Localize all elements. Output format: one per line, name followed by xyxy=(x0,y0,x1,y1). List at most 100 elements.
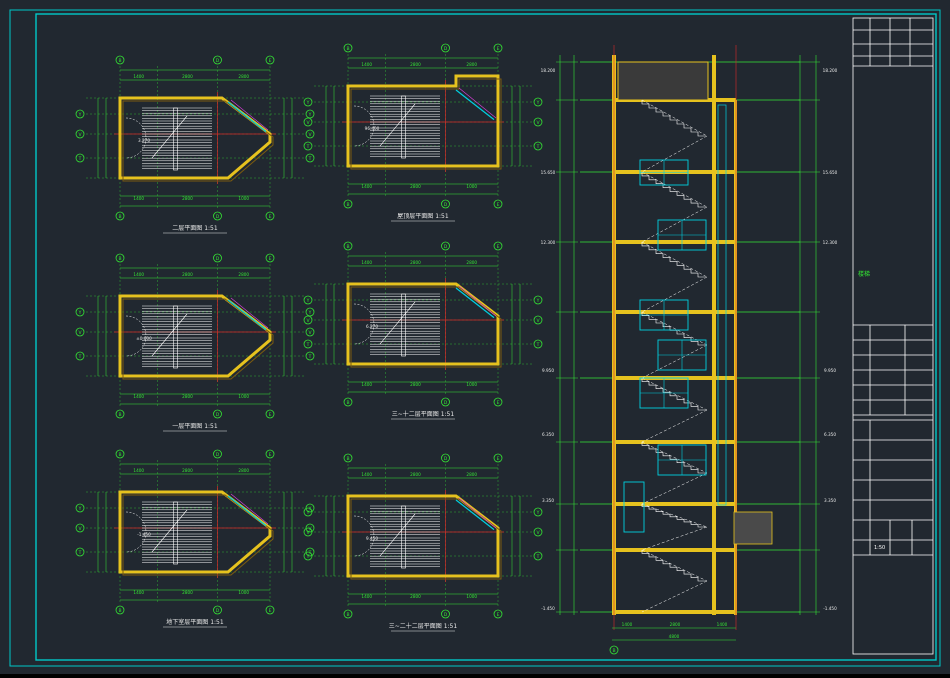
dim-text-bottom: 1000 xyxy=(238,394,249,399)
axis-bubble-label: B xyxy=(346,46,349,52)
axis-bubble-label: T xyxy=(536,342,540,348)
section-stair-hidden xyxy=(641,409,708,443)
section-level-left: 3.350 xyxy=(542,498,554,503)
dim-text-top: 2800 xyxy=(466,62,477,67)
axis-bubble-label: D xyxy=(444,202,448,208)
stair-plan-2: 1400 2800 28001400 2800 1000BBDDEEY YV VT T96.4… xyxy=(303,43,543,222)
section-wall-right xyxy=(712,55,716,615)
axis-bubble-label: D xyxy=(216,608,220,614)
section-stair-hidden xyxy=(641,344,708,379)
stair-direction-arrow xyxy=(379,103,416,147)
section-dim-bottom-text: 1400 xyxy=(622,622,633,627)
axis-bubble-label: E xyxy=(497,202,500,208)
axis-bubble-label: B xyxy=(346,202,349,208)
dim-text-top: 1400 xyxy=(361,472,372,477)
section-level-right: 15.650 xyxy=(823,170,838,175)
axis-bubble-label: D xyxy=(444,46,448,52)
axis-bubble-label: E xyxy=(497,244,500,250)
section-stair-hidden xyxy=(641,206,708,243)
plan-title: 屋顶层平面图 1:51 xyxy=(397,213,449,220)
section-level-left: 12.300 xyxy=(541,240,556,245)
dim-text-bottom: 2800 xyxy=(182,196,193,201)
dim-text-bottom: 2800 xyxy=(182,590,193,595)
stair-flights xyxy=(370,95,440,159)
window-frame xyxy=(230,99,269,131)
axis-bubble-label: B xyxy=(346,244,349,250)
axis-bubble-label: E xyxy=(497,46,500,52)
roof-hatch xyxy=(617,61,709,101)
axis-bubble-label: B xyxy=(118,412,121,418)
stair-direction-arrow xyxy=(151,509,188,553)
section-floor-slab xyxy=(612,170,736,174)
plan-wall-inner xyxy=(350,78,502,170)
plan-level-text: 6.270 xyxy=(366,324,378,329)
dim-text-top: 2800 xyxy=(410,62,421,67)
plan-title: 地下室层平面图 1:51 xyxy=(166,618,224,626)
title-block-drawing-label: 楼梯 xyxy=(858,270,870,278)
axis-bubble-label: B xyxy=(346,456,349,462)
section-dim-bottom-total-text: 4800 xyxy=(669,634,680,639)
dim-text-top: 2800 xyxy=(238,74,249,79)
stair-flights xyxy=(142,107,212,171)
axis-bubble-label: Y xyxy=(306,100,310,106)
dim-text-bottom: 2800 xyxy=(410,382,421,387)
plan-level-text: 96.400 xyxy=(365,126,380,131)
axis-bubble-label: Y xyxy=(536,100,540,106)
stair-plan-4: 1400 2800 28001400 2800 1000BBDDEEY YV VT T6.27… xyxy=(303,241,543,420)
dim-text-bottom: 1400 xyxy=(133,394,144,399)
section-stair-hidden xyxy=(641,472,708,505)
axis-bubble-label: D xyxy=(216,214,220,220)
section-level-right: 18.200 xyxy=(823,68,838,73)
dim-text-top: 2800 xyxy=(410,472,421,477)
window-frame xyxy=(230,297,269,329)
axis-bubble-label: Y xyxy=(308,310,312,316)
axis-bubble-label: Y xyxy=(306,298,310,304)
section-floor-slab xyxy=(612,440,736,444)
axis-bubble-label: D xyxy=(444,400,448,406)
window-chamfer xyxy=(455,499,495,531)
section-floor-slab xyxy=(612,502,736,506)
axis-bubble-label: T xyxy=(308,156,312,162)
dim-text-top: 1400 xyxy=(361,260,372,265)
axis-bubble-label: B xyxy=(118,214,121,220)
axis-bubble-label: T xyxy=(306,554,310,560)
section-level-right: 9.950 xyxy=(824,368,836,373)
section-level-right: 6.350 xyxy=(824,432,836,437)
axis-bubble-label: D xyxy=(216,412,220,418)
axis-bubble-label: Y xyxy=(78,112,82,118)
axis-bubble-label: Y xyxy=(308,112,312,118)
axis-bubble-label: E xyxy=(497,400,500,406)
axis-bubble-label: D xyxy=(216,58,220,64)
dim-text-top: 1400 xyxy=(133,272,144,277)
window-chamfer xyxy=(455,89,495,121)
axis-bubble-label: B xyxy=(118,256,121,262)
axis-bubble-label: D xyxy=(444,244,448,250)
dim-text-top: 1400 xyxy=(133,74,144,79)
dim-text-bottom: 1000 xyxy=(466,594,477,599)
plan-title: 三~十二层平面图 1:51 xyxy=(392,410,455,418)
section-level-left: 6.350 xyxy=(542,432,554,437)
section-floor-slab xyxy=(612,610,736,614)
stair-flights xyxy=(142,501,212,565)
dim-text-bottom: 2800 xyxy=(410,184,421,189)
section-dim-bottom-text: 2800 xyxy=(670,622,681,627)
dim-text-bottom: 1000 xyxy=(238,590,249,595)
section-level-right: -1.450 xyxy=(823,606,837,611)
dim-text-top: 1400 xyxy=(361,62,372,67)
axis-bubble-label: D xyxy=(216,256,220,262)
window-chamfer xyxy=(227,101,267,133)
window-frame xyxy=(458,497,497,529)
dim-text-top: 2800 xyxy=(238,468,249,473)
stair-plans-group: 1400 2800 28001400 2800 1000BBDDEEY YV VT T3.27… xyxy=(75,43,543,632)
section-stair-hidden xyxy=(641,549,708,582)
section-level-left: 9.950 xyxy=(542,368,554,373)
plan-level-text: 9.450 xyxy=(366,536,378,541)
dim-text-bottom: 1400 xyxy=(361,184,372,189)
stair-plan-6: 1400 2800 28001400 2800 1000BBDDEEY YV VT T9.45… xyxy=(303,453,543,632)
dim-text-top: 2800 xyxy=(238,272,249,277)
axis-bubble-label: T xyxy=(306,144,310,150)
axis-bubble-label: T xyxy=(78,354,82,360)
axis-bubble-label: E xyxy=(269,608,272,614)
plan-level-text: ±0.000 xyxy=(136,336,152,341)
section-door xyxy=(623,481,645,533)
